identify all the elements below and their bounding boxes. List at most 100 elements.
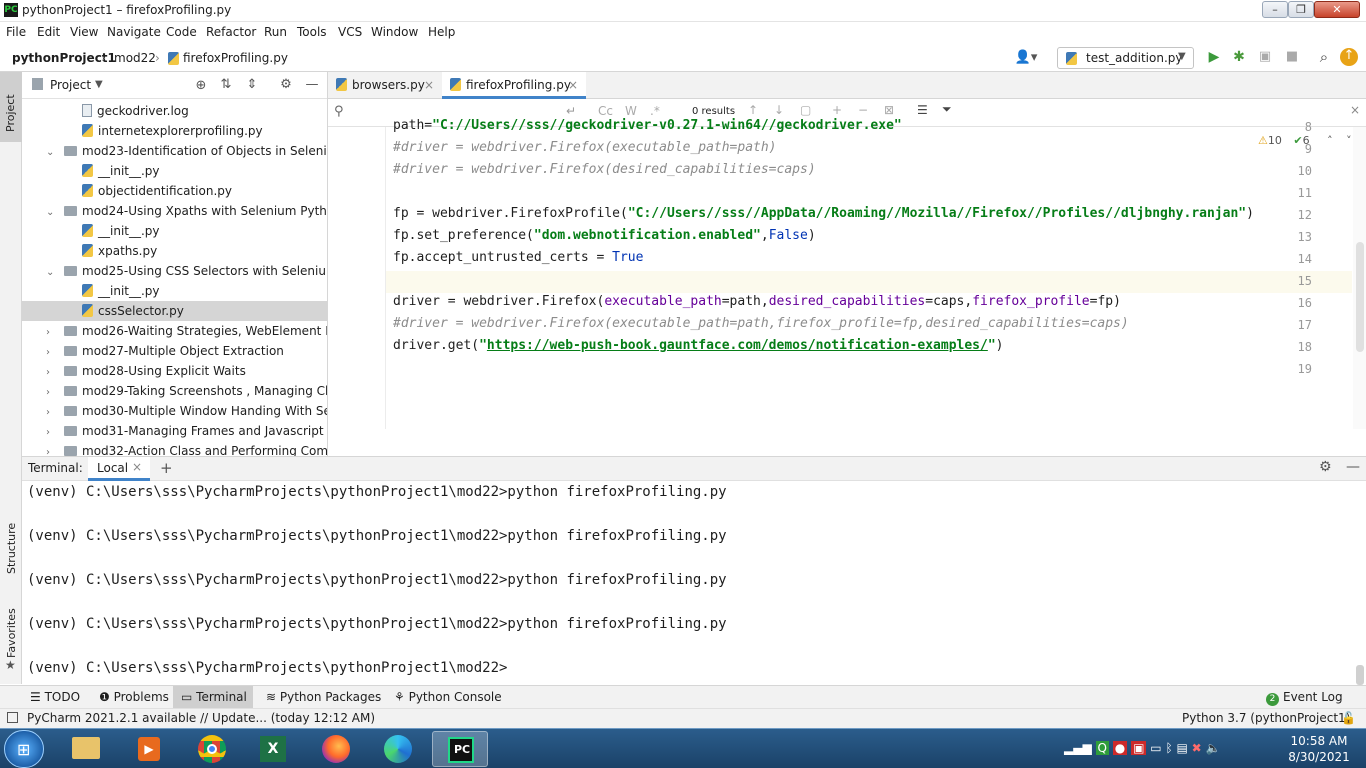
code-line[interactable]: #driver = webdriver.Firefox(desired_capa… [393,162,816,177]
menu-navigate[interactable]: Navigate [107,25,161,39]
code-line[interactable]: fp.accept_untrusted_certs = True [393,250,643,265]
network-error-icon[interactable]: ✖ [1192,741,1202,755]
terminal-scrollbar[interactable] [1356,665,1364,685]
volume-icon[interactable]: 🔈 [1206,741,1221,755]
add-selection-icon[interactable]: + [832,103,842,117]
run-icon[interactable]: ▶ [1205,49,1223,65]
new-line-icon[interactable]: ↵ [566,104,576,118]
tree-item[interactable]: › mod27-Multiple Object Extraction [22,341,327,361]
previous-occurrence-icon[interactable]: ↑ [748,103,758,117]
remove-selection-icon[interactable]: − [858,103,868,117]
taskbar-firefox[interactable] [308,731,364,767]
todo-tab[interactable]: ☰ TODO [30,686,86,709]
chevron-right-icon[interactable]: › [46,403,58,423]
tree-item[interactable]: __init__.py [22,221,327,241]
taskbar-explorer[interactable] [58,731,114,767]
code-line[interactable]: path="C://Users//sss//geckodriver-v0.27.… [393,118,902,133]
menu-vcs[interactable]: VCS [338,25,362,39]
taskbar-excel[interactable]: X [246,731,302,767]
next-occurrence-icon[interactable]: ↓ [774,103,784,117]
tree-item[interactable]: xpaths.py [22,241,327,261]
code-line[interactable]: #driver = webdriver.Firefox(executable_p… [393,316,1129,331]
filter-options-icon[interactable]: ☰ [917,103,928,117]
screen-capture-icon[interactable]: ▣ [1131,741,1147,755]
close-find-icon[interactable]: × [1350,103,1360,117]
project-tool-label[interactable]: Project [4,94,17,132]
expand-all-icon[interactable]: ⇅ [218,77,234,93]
lock-icon[interactable]: 🔓 [1341,711,1356,725]
bluetooth-icon[interactable]: ᛒ [1165,741,1172,755]
code-line[interactable]: #driver = webdriver.Firefox(executable_p… [393,140,777,155]
chevron-right-icon[interactable]: › [46,443,58,456]
chevron-right-icon[interactable]: › [46,343,58,363]
close-tab-icon[interactable]: × [132,460,142,474]
chevron-down-icon[interactable]: ▼ [95,79,103,90]
hide-panel-icon[interactable]: — [304,77,320,93]
event-log-tab[interactable]: 2 Event Log [1266,686,1356,709]
start-button[interactable]: ⊞ [4,730,44,768]
status-toggle-icon[interactable] [7,712,18,723]
close-window-button[interactable]: ✕ [1314,1,1360,18]
tree-item[interactable]: ⌄ mod23-Identification of Objects in Sele… [22,141,327,161]
tree-item[interactable]: › mod26-Waiting Strategies, WebElement Fe… [22,321,327,341]
chevron-down-icon[interactable]: ⌄ [46,263,58,283]
gear-icon[interactable]: ⚙ [278,77,294,93]
chevron-right-icon[interactable]: › [46,423,58,443]
gear-icon[interactable]: ⚙ [1319,459,1332,475]
project-panel-title[interactable]: Project [50,78,91,92]
words-toggle[interactable]: W [625,104,637,118]
taskbar-chrome[interactable] [184,731,240,767]
problems-tab[interactable]: ❶ Problems [99,686,169,709]
terminal-output[interactable]: (venv) C:\Users\sss\PycharmProjects\pyth… [22,483,1352,683]
chevron-down-icon[interactable]: ⌄ [46,203,58,223]
tree-item[interactable]: › mod31-Managing Frames and Javascript Al… [22,421,327,441]
menu-run[interactable]: Run [264,25,287,39]
menu-edit[interactable]: Edit [37,25,60,39]
menu-code[interactable]: Code [166,25,197,39]
taskbar-edge[interactable] [370,731,426,767]
chevron-right-icon[interactable]: › [46,323,58,343]
favorites-tool-label[interactable]: Favorites [5,608,18,658]
new-terminal-icon[interactable]: + [160,459,173,477]
recorder-icon[interactable]: ● [1112,741,1128,755]
structure-tool-label[interactable]: Structure [5,523,18,574]
inspection-widget[interactable]: ⚠10 ✔6 ˄ ˅ [1258,134,1352,147]
scrollbar-thumb[interactable] [1356,242,1364,352]
menu-view[interactable]: View [70,25,98,39]
tree-item[interactable]: › mod28-Using Explicit Waits [22,361,327,381]
tree-item[interactable]: › mod30-Multiple Window Handing With Sele… [22,401,327,421]
chevron-right-icon[interactable]: › [46,363,58,383]
code-line[interactable]: fp = webdriver.FirefoxProfile("C://Users… [393,206,1254,221]
code-line[interactable]: driver.get("https://web-push-book.gauntf… [393,338,1003,353]
tree-item[interactable]: ⌄ mod25-Using CSS Selectors with Selenium… [22,261,327,281]
menu-refactor[interactable]: Refactor [206,25,256,39]
locate-icon[interactable]: ⊕ [193,78,209,94]
menu-tools[interactable]: Tools [297,25,327,39]
regex-toggle[interactable]: .* [650,104,660,118]
filter-icon[interactable]: ⏷ [942,102,952,117]
code-line[interactable]: fp.set_preference("dom.webnotification.e… [393,228,816,243]
tree-item[interactable]: › mod29-Taking Screenshots , Managing Che… [22,381,327,401]
breadcrumb-file[interactable]: firefoxProfiling.py [183,51,288,65]
run-configuration-select[interactable]: test_addition.py ▼ [1057,47,1194,69]
python-console-tab[interactable]: ⚘ Python Console [394,686,504,709]
open-in-window-icon[interactable]: ▢ [800,103,811,117]
tree-item[interactable]: › mod32-Action Class and Performing Compl… [22,441,327,456]
device-icon[interactable]: ▤ [1176,741,1187,755]
tree-item[interactable]: internetexplorerprofiling.py [22,121,327,141]
tree-item[interactable]: ⌄ mod24-Using Xpaths with Selenium Python [22,201,327,221]
clock[interactable]: 10:58 AM 8/30/2021 [1284,733,1354,765]
next-highlight-icon[interactable]: ˅ [1346,134,1352,147]
menu-help[interactable]: Help [428,25,455,39]
interpreter-status[interactable]: Python 3.7 (pythonProject1) [1182,711,1350,725]
tab-browsers[interactable]: browsers.py × [328,72,441,99]
previous-highlight-icon[interactable]: ˄ [1327,134,1333,147]
match-case-toggle[interactable]: Cc [598,104,613,118]
coverage-icon[interactable]: ▣ [1256,49,1274,65]
chevron-right-icon[interactable]: › [46,383,58,403]
taskbar-media-player[interactable]: ▶ [120,731,176,767]
tree-item[interactable]: cssSelector.py [22,301,327,321]
python-packages-tab[interactable]: ≋ Python Packages [266,686,386,709]
maximize-button[interactable]: ❐ [1288,1,1314,18]
signal-icon[interactable]: ▂▄▆ [1064,741,1092,755]
